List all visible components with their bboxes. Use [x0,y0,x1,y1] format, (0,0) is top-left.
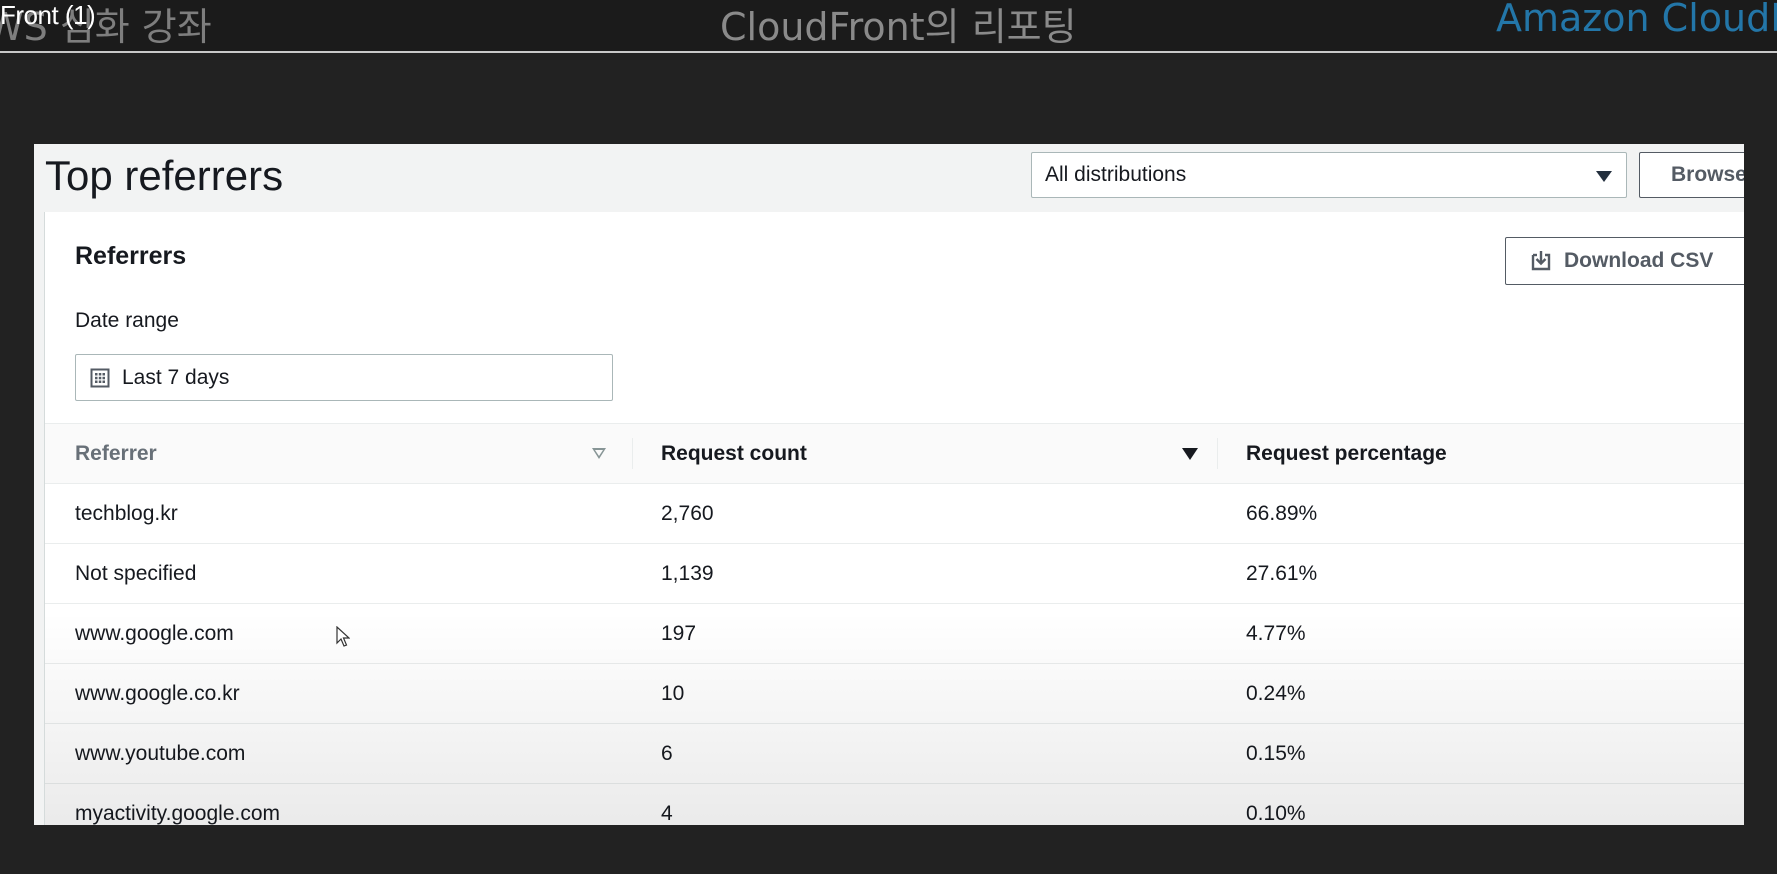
cell-request-count: 2,760 [661,502,714,525]
cell-request-count: 10 [661,682,685,705]
date-range-value: Last 7 days [122,365,230,389]
referrers-card: Referrers Download CSV Date range Last 7… [44,212,1744,825]
cell-request-percentage: 4.77% [1246,622,1306,645]
cell-referrer: www.youtube.com [75,742,246,765]
cell-referrer: techblog.kr [75,502,178,525]
page-title: Top referrers [45,152,284,199]
cell-request-count: 1,139 [661,562,714,585]
distribution-select[interactable]: All distributions [1031,152,1627,198]
cloudfront-console-panel: Top referrers All distributions Browse R… [34,144,1744,825]
referrers-table: Referrer Request count Request percentag… [45,423,1744,825]
table-row: techblog.kr 2,760 66.89% [45,484,1744,544]
cell-referrer: Not specified [75,562,197,585]
date-range-label: Date range [75,309,179,332]
table-row: www.youtube.com 6 0.15% [45,724,1744,784]
cell-request-percentage: 0.24% [1246,682,1306,705]
cell-request-count: 197 [661,622,697,645]
cell-request-count: 4 [661,802,673,825]
cell-referrer: www.google.com [75,622,234,645]
cell-referrer: www.google.co.kr [75,682,240,705]
column-divider [1217,438,1218,469]
distribution-select-value: All distributions [1045,163,1187,186]
calendar-icon [90,368,110,387]
cell-request-percentage: 66.89% [1246,502,1318,525]
table-header: Referrer Request count Request percentag… [45,423,1744,484]
date-range-picker[interactable]: Last 7 days [75,354,613,401]
header-referrer[interactable]: Referrer [75,424,157,483]
download-csv-button[interactable]: Download CSV [1505,237,1744,285]
cell-referrer: myactivity.google.com [75,802,281,825]
table-row: www.google.co.kr 10 0.24% [45,664,1744,724]
lecture-title: CloudFront의 리포팅 [720,5,1077,49]
sort-caret-icon[interactable] [592,448,606,459]
series-title: Amazon CloudFro [1496,0,1777,40]
caret-down-icon [1596,171,1612,182]
table-row: www.google.com 197 4.77% [45,604,1744,664]
header-request-percentage[interactable]: Request percentage [1246,424,1447,483]
card-title: Referrers [75,242,187,270]
cell-request-percentage: 27.61% [1246,562,1318,585]
column-divider [632,438,633,469]
cell-request-percentage: 0.10% [1246,802,1306,825]
browse-button[interactable]: Browse [1639,152,1744,198]
cell-request-percentage: 0.15% [1246,742,1306,765]
header-request-count[interactable]: Request count [661,424,807,483]
sort-caret-icon[interactable] [1182,448,1198,460]
download-csv-label: Download CSV [1564,249,1714,272]
table-row: Not specified 1,139 27.61% [45,544,1744,604]
table-row: myactivity.google.com 4 0.10% [45,784,1744,825]
mouse-pointer-icon [336,626,350,647]
cell-request-count: 6 [661,742,673,765]
video-tag: Front (1) [0,0,96,30]
download-icon [1531,251,1551,271]
video-title-bar: WS 심화 강좌 Front (1) CloudFront의 리포팅 Amazo… [0,0,1777,53]
